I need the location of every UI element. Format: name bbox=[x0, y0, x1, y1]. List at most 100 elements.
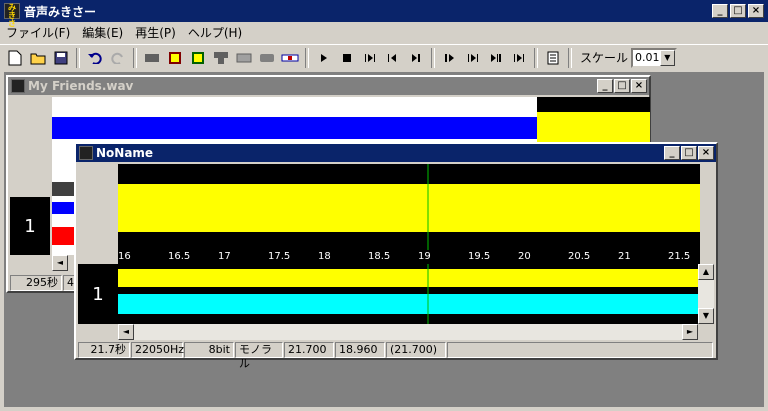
ruler-label: 17.5 bbox=[268, 251, 291, 262]
delete-icon[interactable] bbox=[233, 47, 255, 69]
status-bar: 21.7秒 22050Hz 8bit モノラル 21.700 18.960 (2… bbox=[78, 341, 714, 370]
app-titlebar: みきさ 音声みきさー _ □ × bbox=[0, 0, 768, 28]
vertical-scrollbar[interactable]: ▲ ▼ bbox=[698, 264, 714, 324]
toolbar-separator bbox=[305, 47, 309, 68]
close-button[interactable]: × bbox=[698, 146, 714, 160]
paste-icon[interactable] bbox=[187, 47, 209, 69]
child-window-controls: _ □ × bbox=[597, 79, 647, 93]
maximize-button[interactable]: □ bbox=[730, 4, 746, 18]
cut-icon[interactable] bbox=[141, 47, 163, 69]
redo-icon[interactable] bbox=[107, 47, 129, 69]
app-title: 音声みきさー bbox=[24, 4, 97, 19]
ruler-label: 16.5 bbox=[168, 251, 191, 262]
track-view[interactable] bbox=[118, 264, 698, 324]
toolbar-separator bbox=[534, 47, 538, 68]
play-icon[interactable] bbox=[313, 47, 335, 69]
status-duration: 295秒 bbox=[10, 275, 62, 291]
select-start-icon[interactable] bbox=[439, 47, 461, 69]
hscroll-arrow-left[interactable]: ◄ bbox=[52, 255, 68, 271]
toolbar: スケール 0.01 ▼ bbox=[0, 44, 768, 70]
ruler-label: 20 bbox=[518, 251, 531, 262]
ruler-label: 16 bbox=[118, 251, 131, 262]
scroll-up-arrow[interactable]: ▲ bbox=[698, 264, 714, 280]
menu-edit[interactable]: 編集(E) bbox=[76, 24, 129, 41]
toolbar-separator bbox=[76, 47, 80, 68]
silence-icon[interactable] bbox=[256, 47, 278, 69]
time-ruler: 16 16.5 17 17.5 18 18.5 19 19.5 20 20.5 … bbox=[118, 250, 700, 264]
window-controls: _ □ × bbox=[712, 4, 764, 18]
stop-icon[interactable] bbox=[336, 47, 358, 69]
new-file-icon[interactable] bbox=[4, 47, 26, 69]
waveform-view[interactable] bbox=[118, 164, 700, 250]
status-bitdepth: 8bit bbox=[184, 342, 234, 358]
ruler-label: 19.5 bbox=[468, 251, 491, 262]
maximize-button[interactable]: □ bbox=[681, 146, 697, 160]
status-position: 21.700 bbox=[284, 342, 334, 358]
waveform-yellow bbox=[118, 184, 700, 232]
open-folder-icon[interactable] bbox=[27, 47, 49, 69]
scroll-down-arrow[interactable]: ▼ bbox=[698, 308, 714, 324]
ruler-label: 21.5 bbox=[668, 251, 691, 262]
window-titlebar: NoName _ □ × bbox=[76, 144, 716, 162]
scroll-left-arrow[interactable]: ◄ bbox=[118, 324, 134, 340]
scale-value: 0.01 bbox=[635, 51, 660, 64]
horizontal-scrollbar[interactable]: ◄ ► bbox=[118, 324, 698, 340]
copy-icon[interactable] bbox=[164, 47, 186, 69]
child-window-controls: _ □ × bbox=[664, 146, 714, 160]
status-bar: 295秒 44 bbox=[10, 274, 81, 292]
ruler-label: 19 bbox=[418, 251, 431, 262]
window-title: NoName bbox=[96, 146, 154, 160]
close-button[interactable]: × bbox=[631, 79, 647, 93]
properties-icon[interactable] bbox=[542, 47, 564, 69]
ruler-label: 20.5 bbox=[568, 251, 591, 262]
window-title: My Friends.wav bbox=[28, 79, 134, 93]
menu-play[interactable]: 再生(P) bbox=[129, 24, 182, 41]
undo-icon[interactable] bbox=[84, 47, 106, 69]
skip-back-icon[interactable] bbox=[382, 47, 404, 69]
wave-window-noname: NoName _ □ × 16 16.5 17 17.5 18 18.5 19 … bbox=[74, 142, 718, 370]
track-number: 1 bbox=[10, 197, 50, 255]
toolbar-separator bbox=[133, 47, 137, 68]
window-icon bbox=[11, 79, 25, 93]
status-selection: 18.960 bbox=[335, 342, 385, 358]
track-header-area bbox=[10, 97, 50, 197]
track-header-area bbox=[78, 164, 118, 250]
scale-label: スケール bbox=[580, 51, 629, 65]
waveform-blue bbox=[52, 117, 537, 139]
minimize-button[interactable]: _ bbox=[597, 79, 613, 93]
ruler-label: 17 bbox=[218, 251, 231, 262]
minimize-button[interactable]: _ bbox=[712, 4, 728, 18]
menubar: ファイル(F) 編集(E) 再生(P) ヘルプ(H) bbox=[0, 22, 768, 42]
insert-icon[interactable] bbox=[210, 47, 232, 69]
ruler-label: 18 bbox=[318, 251, 331, 262]
scale-select[interactable]: 0.01 ▼ bbox=[631, 47, 678, 68]
minimize-button[interactable]: _ bbox=[664, 146, 680, 160]
select-end-icon[interactable] bbox=[485, 47, 507, 69]
toolbar-separator bbox=[431, 47, 435, 68]
app-icon: みきさ bbox=[4, 3, 20, 28]
next-mark-icon[interactable] bbox=[405, 47, 427, 69]
maximize-button[interactable]: □ bbox=[614, 79, 630, 93]
chevron-down-icon[interactable]: ▼ bbox=[659, 49, 676, 66]
menu-help[interactable]: ヘルプ(H) bbox=[182, 24, 248, 41]
select-play-icon[interactable] bbox=[462, 47, 484, 69]
track-number: 1 bbox=[78, 264, 118, 324]
link-icon[interactable] bbox=[279, 47, 301, 69]
status-channels: モノラル bbox=[235, 342, 283, 370]
ruler-label: 21 bbox=[618, 251, 631, 262]
scroll-right-arrow[interactable]: ► bbox=[682, 324, 698, 340]
toolbar-separator bbox=[568, 47, 572, 68]
ruler-label: 18.5 bbox=[368, 251, 391, 262]
track-waveform-yellow bbox=[118, 269, 698, 287]
status-filler bbox=[447, 342, 713, 358]
window-icon bbox=[79, 146, 93, 160]
select-next-icon[interactable] bbox=[508, 47, 530, 69]
skip-forward-icon[interactable] bbox=[359, 47, 381, 69]
menu-file[interactable]: ファイル(F) bbox=[0, 24, 76, 41]
track-waveform-cyan bbox=[118, 294, 698, 314]
window-titlebar: My Friends.wav _ □ × bbox=[8, 77, 649, 95]
close-button[interactable]: × bbox=[748, 4, 764, 18]
save-icon[interactable] bbox=[50, 47, 72, 69]
status-samplerate: 22050Hz bbox=[131, 342, 184, 358]
status-cursor: (21.700) bbox=[386, 342, 446, 358]
